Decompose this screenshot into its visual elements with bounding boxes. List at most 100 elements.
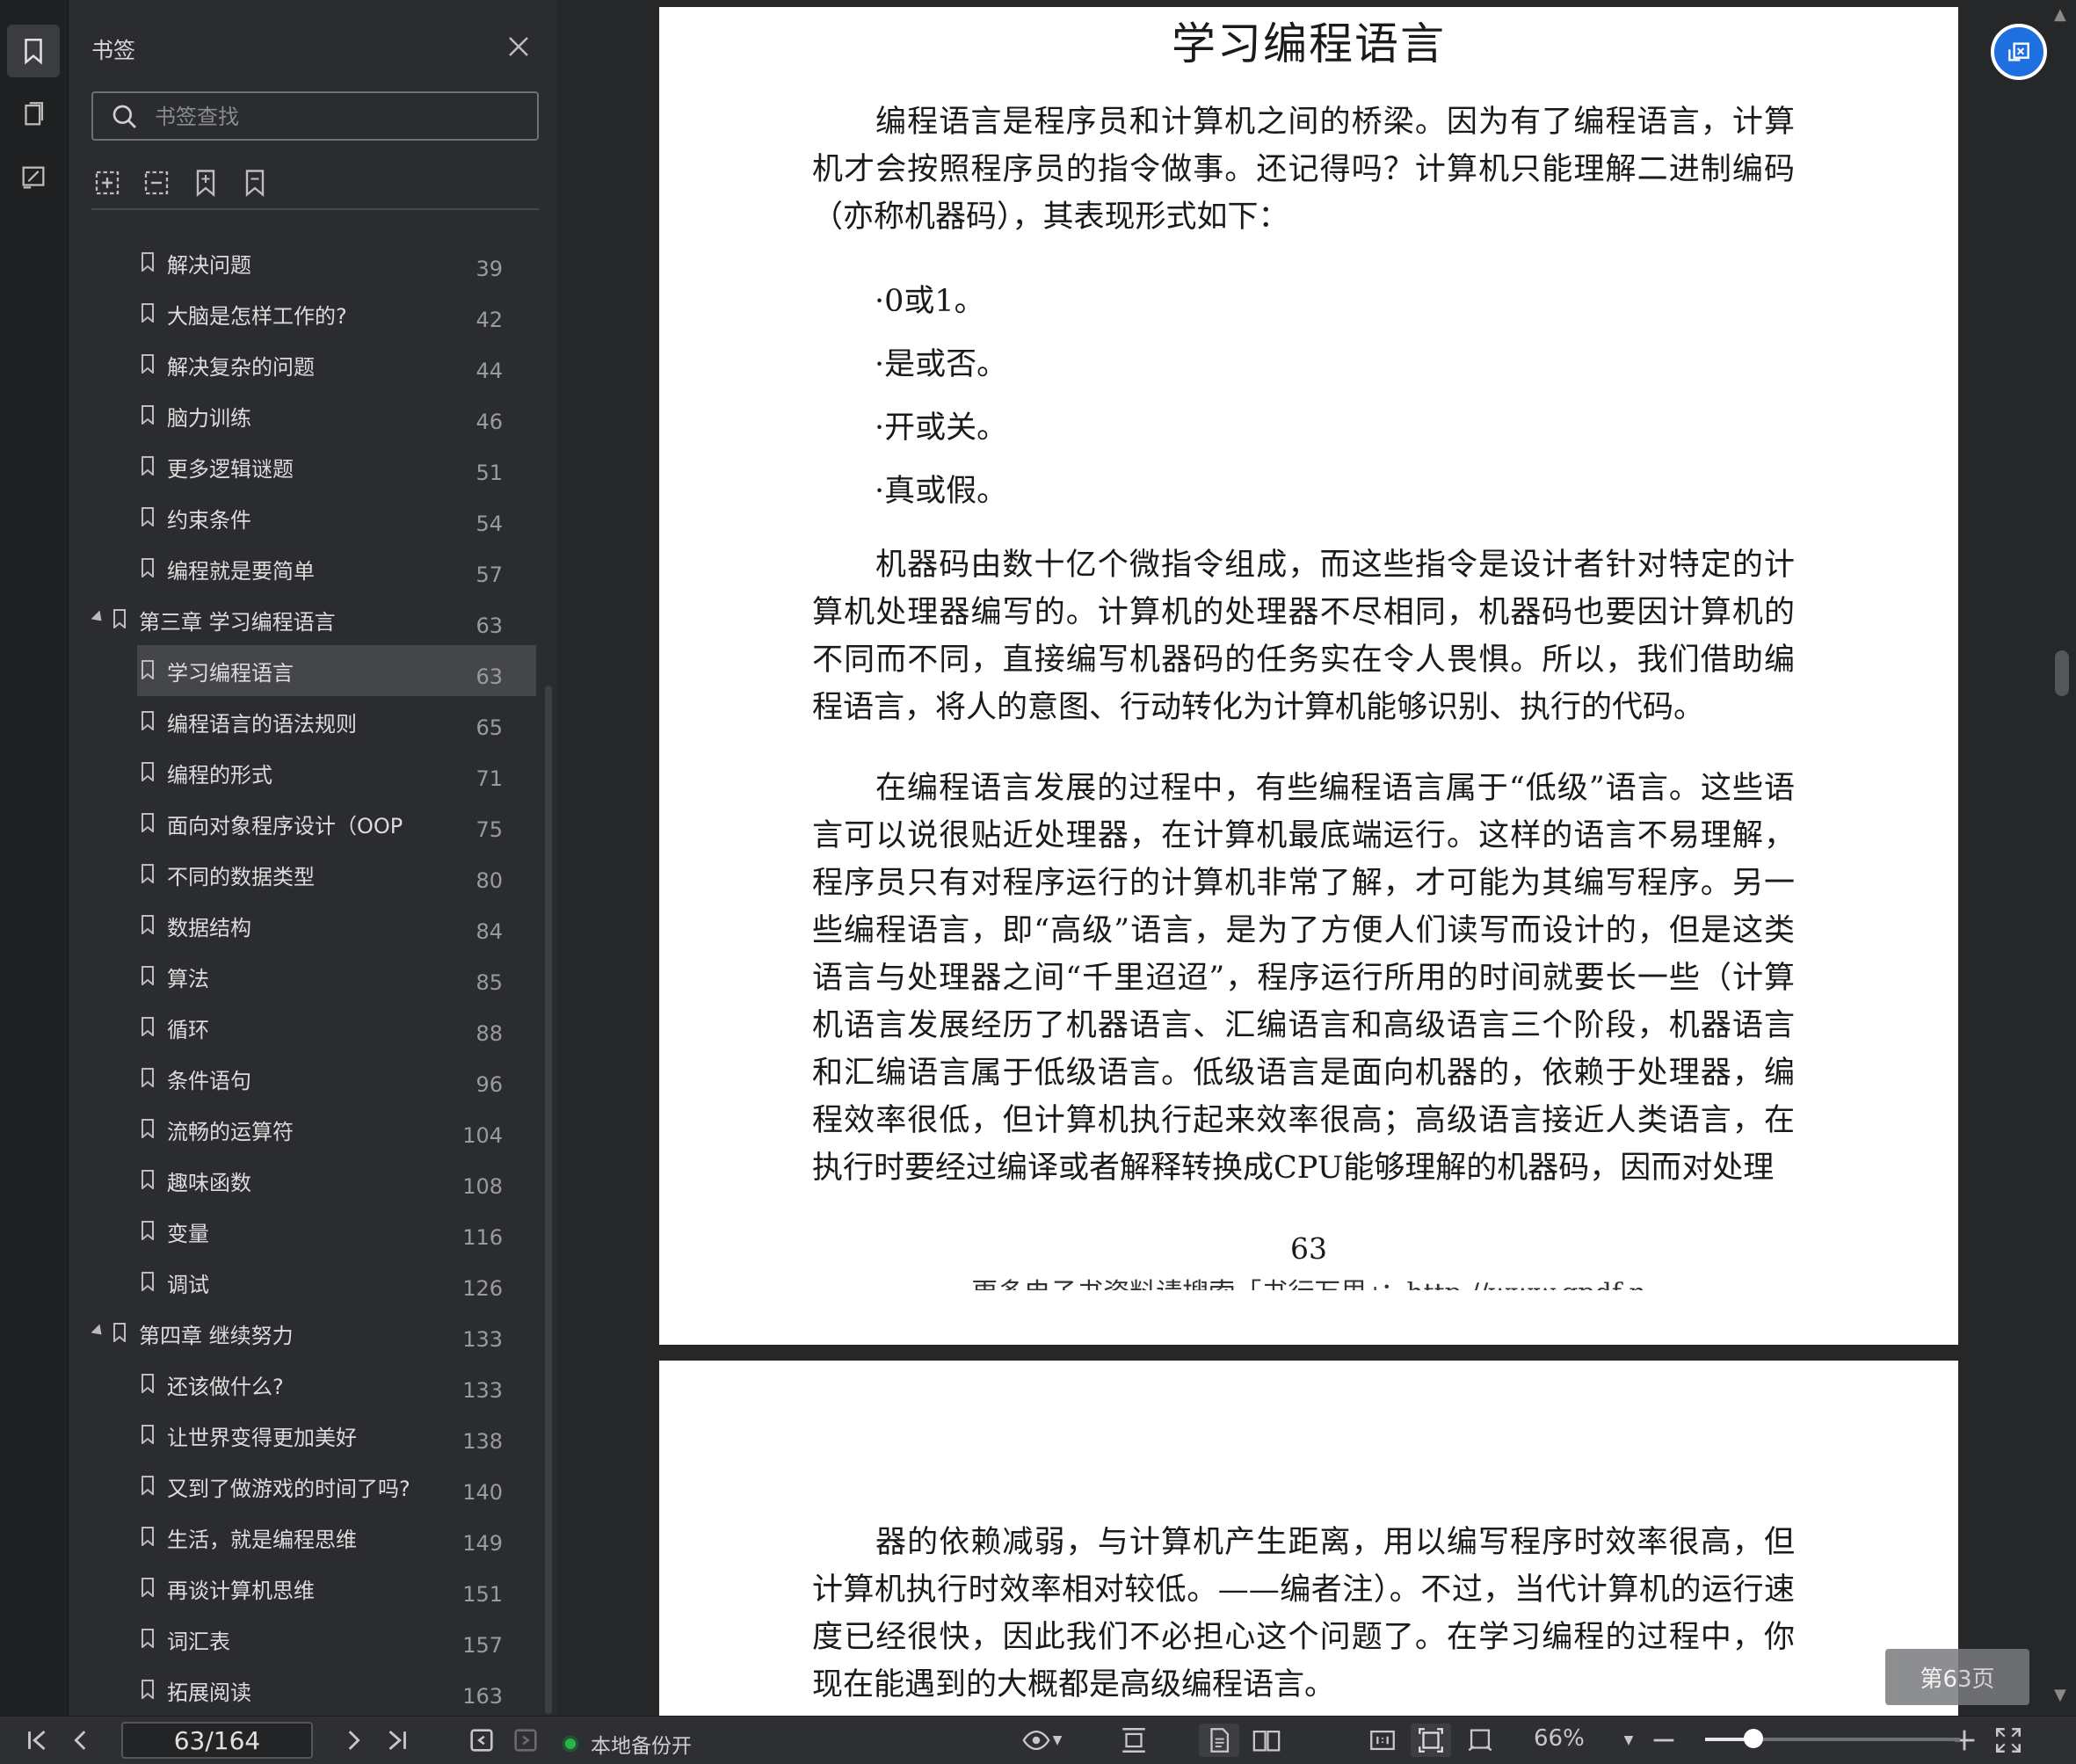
- bookmark-list: 解决问题 39 大脑是怎样工作的? 42 解决复杂的问题 44 脑力训练 46 更多逻辑谜题 51…: [69, 211, 543, 1716]
- document-page: 器的依赖减弱，与计算机产生距离，用以编写程序时效率很高，但计算机执行时效率相对较…: [659, 1361, 1958, 1716]
- bookmark-item[interactable]: 又到了做游戏的时间了吗? 140: [69, 1461, 543, 1512]
- scroll-up-arrow[interactable]: ▲: [2054, 5, 2066, 24]
- page-badge: 第63页: [1885, 1649, 2029, 1705]
- bookmark-icon: [142, 660, 154, 679]
- document-viewer[interactable]: 学习编程语言 编程语言是程序员和计算机之间的桥梁。因为有了编程语言，计算机才会按…: [565, 0, 2076, 1716]
- chevron-right-icon: [348, 1731, 360, 1750]
- bookmark-item[interactable]: 让世界变得更加美好 138: [69, 1410, 543, 1461]
- bookmark-icon: [142, 1068, 154, 1087]
- bookmark-item[interactable]: 还该做什么? 133: [69, 1359, 543, 1410]
- go-forward-button[interactable]: [508, 1724, 543, 1757]
- bookmark-label: 解决复杂的问题: [167, 355, 315, 380]
- bookmark-item[interactable]: 词汇表 157: [69, 1614, 543, 1665]
- bookmark-icon: [113, 1323, 126, 1342]
- expand-all-icon[interactable]: [91, 167, 123, 199]
- paragraph: 在编程语言发展的过程中，有些编程语言属于“低级”语言。这些语言可以说很贴近处理器…: [812, 771, 1795, 1186]
- bookmark-search[interactable]: [91, 91, 539, 141]
- bookmark-label: 不同的数据类型: [167, 865, 315, 889]
- bookmark-page-number: 46: [475, 410, 503, 434]
- bookmark-icon: [142, 558, 154, 577]
- bookmark-item[interactable]: 大脑是怎样工作的? 42: [69, 288, 543, 339]
- bookmark-label: 生活，就是编程思维: [167, 1528, 357, 1552]
- bookmark-item[interactable]: 面向对象程序设计（OOP 75: [69, 798, 543, 849]
- document-scrollbar[interactable]: [2055, 650, 2069, 696]
- bookmark-item[interactable]: 循环 88: [69, 1002, 543, 1053]
- next-page-button[interactable]: [336, 1724, 371, 1757]
- single-page-button[interactable]: [1199, 1724, 1239, 1757]
- bookmark-item[interactable]: 脑力训练 46: [69, 390, 543, 441]
- bookmark-item[interactable]: 解决问题 39: [69, 237, 543, 288]
- back-page-icon: [470, 1729, 493, 1752]
- bookmark-item[interactable]: 解决复杂的问题 44: [69, 339, 543, 390]
- single-page-icon: [1210, 1728, 1230, 1753]
- bookmark-label: 解决问题: [167, 253, 251, 278]
- bookmark-page-number: 157: [462, 1633, 503, 1658]
- first-page-button[interactable]: [19, 1724, 54, 1757]
- bookmark-icon: [142, 507, 154, 526]
- zoom-slider-handle[interactable]: [1744, 1729, 1764, 1748]
- close-icon[interactable]: [505, 33, 532, 60]
- bookmark-page-number: 51: [475, 461, 503, 485]
- collapse-all-icon[interactable]: [141, 167, 172, 199]
- bookmark-page-number: 80: [475, 868, 503, 893]
- bookmark-item[interactable]: 编程就是要简单 57: [69, 543, 543, 594]
- bookmark-item[interactable]: 不同的数据类型 80: [69, 849, 543, 900]
- double-page-button[interactable]: [1246, 1724, 1287, 1757]
- bookmark-panel-button[interactable]: [7, 25, 60, 77]
- fit-width-button[interactable]: [1463, 1724, 1498, 1757]
- bookmark-label: 趣味函数: [167, 1171, 251, 1195]
- bookmark-item[interactable]: 拓展阅读 163: [69, 1665, 543, 1716]
- bookmark-item[interactable]: 更多逻辑谜题 51: [69, 441, 543, 492]
- expand-toggle-icon[interactable]: [91, 610, 106, 626]
- bookmark-item[interactable]: 数据结构 84: [69, 900, 543, 951]
- bookmark-item[interactable]: 变量 116: [69, 1206, 543, 1257]
- backup-status[interactable]: 本地备份开: [563, 1729, 692, 1759]
- bookmark-page-number: 75: [475, 817, 503, 842]
- paragraph: 器的依赖减弱，与计算机产生距离，用以编写程序时效率很高，但计算机执行时效率相对较…: [812, 1525, 1795, 1702]
- bookmark-item[interactable]: 再谈计算机思维 151: [69, 1563, 543, 1614]
- scroll-down-arrow[interactable]: ▼: [2054, 1686, 2066, 1704]
- zoom-dropdown[interactable]: ▼: [1617, 1724, 1640, 1757]
- double-page-icon: [1252, 1730, 1281, 1752]
- sidebar-divider: [91, 208, 539, 210]
- bookmark-item[interactable]: 算法 85: [69, 951, 543, 1002]
- last-page-button[interactable]: [380, 1724, 415, 1757]
- bookmark-item[interactable]: 调试 126: [69, 1257, 543, 1308]
- bookmark-item[interactable]: 约束条件 54: [69, 492, 543, 543]
- paragraph: 编程语言是程序员和计算机之间的桥梁。因为有了编程语言，计算机才会按照程序员的指令…: [812, 105, 1795, 235]
- fullscreen-button[interactable]: [1992, 1724, 2025, 1757]
- bookmark-icon: [142, 405, 154, 425]
- bookmark-label: 算法: [167, 967, 209, 991]
- expand-toggle-icon[interactable]: [91, 1324, 106, 1339]
- bookmark-item[interactable]: 趣味函数 108: [69, 1155, 543, 1206]
- page-number-input[interactable]: [121, 1722, 313, 1759]
- bookmark-icon: [142, 1629, 154, 1648]
- bookmark-icon: [142, 762, 154, 781]
- bookmark-label: 大脑是怎样工作的?: [167, 304, 347, 329]
- continuous-scroll-button[interactable]: [1114, 1724, 1153, 1757]
- remove-bookmark-icon[interactable]: [239, 167, 271, 199]
- add-bookmark-icon[interactable]: [190, 167, 221, 199]
- thumbnail-panel-button[interactable]: [7, 88, 60, 141]
- bookmark-item[interactable]: 条件语句 96: [69, 1053, 543, 1104]
- fit-page-button[interactable]: [1411, 1724, 1451, 1757]
- sidebar-scrollbar[interactable]: [545, 686, 552, 1714]
- bookmark-item[interactable]: 编程语言的语法规则 65: [69, 696, 543, 747]
- go-back-button[interactable]: [464, 1724, 499, 1757]
- bookmark-item[interactable]: 学习编程语言 63: [69, 645, 543, 696]
- bookmark-item[interactable]: 生活，就是编程思维 149: [69, 1512, 543, 1563]
- bookmark-search-input[interactable]: [153, 93, 526, 141]
- switch-mode-button[interactable]: [1991, 24, 2047, 80]
- zoom-out-button[interactable]: [1649, 1724, 1679, 1757]
- previous-page-button[interactable]: [63, 1724, 98, 1757]
- notes-panel-button[interactable]: [7, 151, 60, 204]
- bookmark-item[interactable]: 编程的形式 71: [69, 747, 543, 798]
- bookmark-item[interactable]: 流畅的运算符 104: [69, 1104, 543, 1155]
- actual-size-button[interactable]: [1365, 1724, 1400, 1757]
- bookmark-chapter[interactable]: 第四章 继续努力 133: [69, 1308, 543, 1359]
- bookmark-label: 数据结构: [167, 916, 251, 940]
- zoom-level[interactable]: 66%: [1534, 1725, 1585, 1752]
- eye-icon: [1022, 1730, 1050, 1751]
- eye-protection-button[interactable]: ▼: [1018, 1724, 1065, 1757]
- bookmark-chapter[interactable]: 第三章 学习编程语言 63: [69, 594, 543, 645]
